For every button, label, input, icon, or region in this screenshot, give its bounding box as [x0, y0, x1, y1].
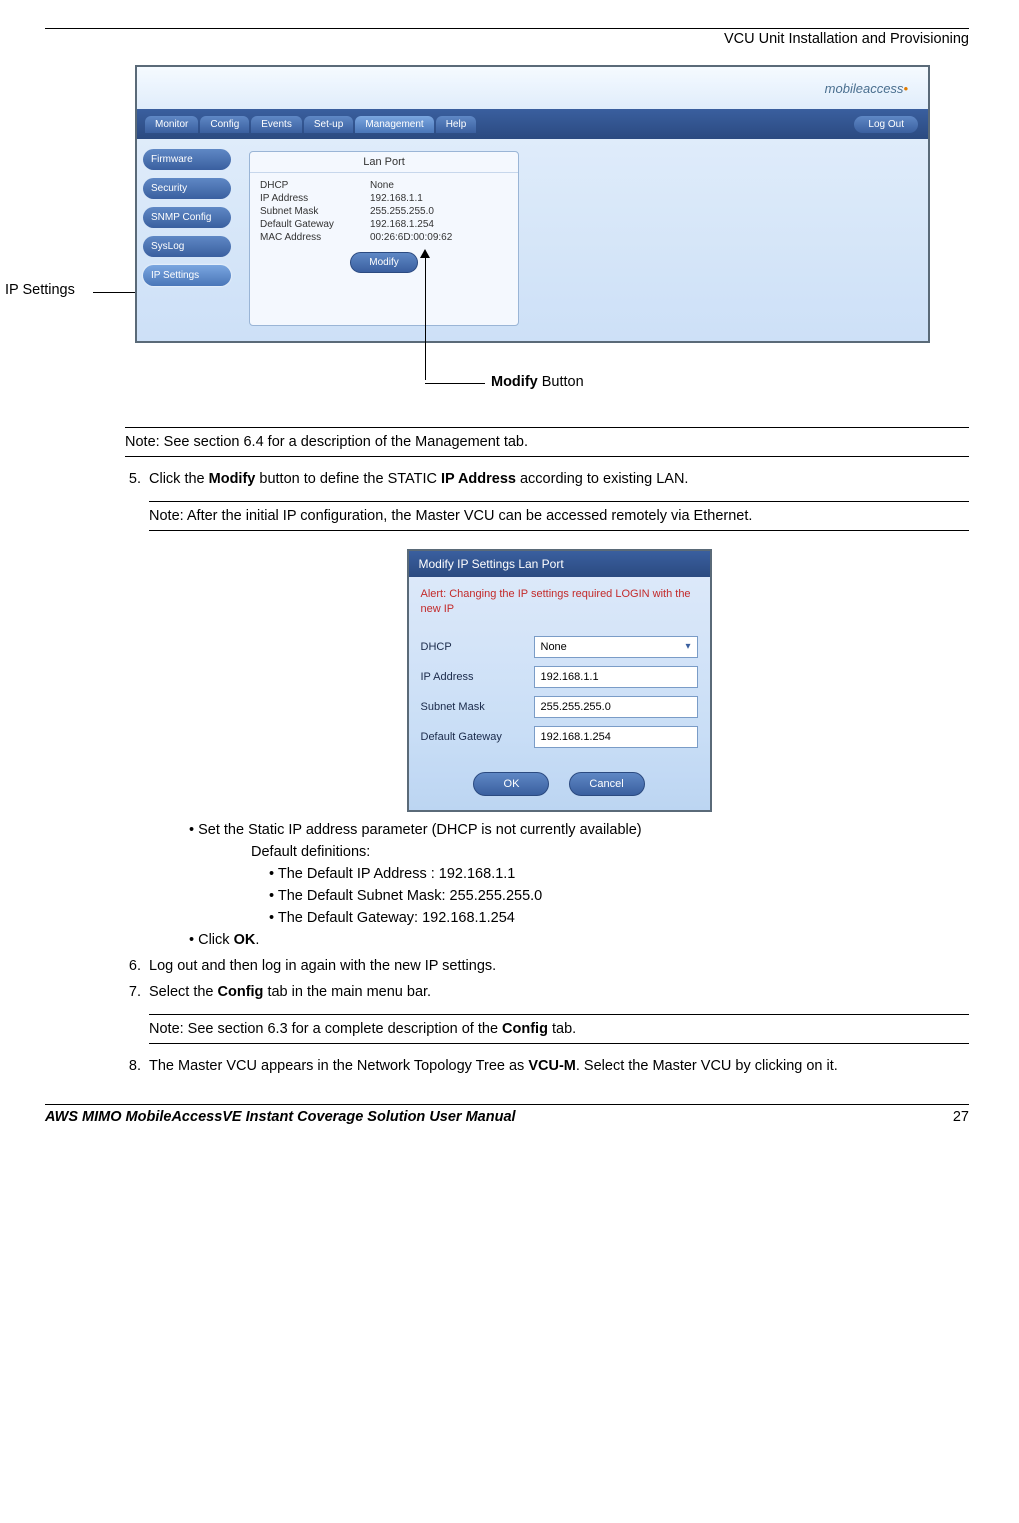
bold: Config: [218, 984, 264, 1000]
text: button to define the STATIC: [255, 471, 441, 487]
ip-address-input[interactable]: [534, 666, 698, 688]
sidebar-item-ipsettings[interactable]: IP Settings: [143, 265, 231, 286]
page-number: 27: [953, 1109, 969, 1125]
page-header: VCU Unit Installation and Provisioning: [45, 31, 969, 47]
sidebar-item-syslog[interactable]: SysLog: [143, 236, 231, 257]
bold: OK: [234, 932, 256, 948]
tab-label: Help: [446, 119, 467, 130]
text: Click: [198, 932, 233, 948]
tab-label: Events: [261, 119, 292, 130]
text: .: [255, 932, 259, 948]
side-nav: Firmware Security SNMP Config SysLog IP …: [137, 139, 237, 341]
kv-key: MAC Address: [260, 232, 370, 243]
logout-button[interactable]: Log Out: [854, 116, 918, 133]
default-gw: The Default Gateway: 192.168.1.254: [269, 910, 969, 926]
text: Click the: [149, 471, 209, 487]
callout-ip-settings: IP Settings: [5, 282, 75, 298]
gw-label: Default Gateway: [421, 731, 526, 743]
page-footer: AWS MIMO MobileAccessVE Instant Coverage…: [45, 1109, 969, 1145]
cancel-button[interactable]: Cancel: [569, 772, 645, 796]
text: Set the Static IP address parameter (DHC…: [198, 822, 642, 838]
text: The Master VCU appears in the Network To…: [149, 1058, 528, 1074]
dialog-alert: Alert: Changing the IP settings required…: [409, 577, 710, 632]
callout-rest: Button: [538, 374, 584, 390]
kv-key: Default Gateway: [260, 219, 370, 230]
dialog-title: Modify IP Settings Lan Port: [409, 551, 710, 577]
default-gateway-input[interactable]: [534, 726, 698, 748]
sidebar-item-firmware[interactable]: Firmware: [143, 149, 231, 170]
tab-management[interactable]: Management: [355, 116, 433, 133]
tab-config[interactable]: Config: [200, 116, 249, 133]
subnet-mask-input[interactable]: [534, 696, 698, 718]
callout-modify-button: Modify Button: [491, 374, 584, 390]
chevron-down-icon: ▾: [685, 641, 690, 652]
default-ip: The Default IP Address : 192.168.1.1: [269, 866, 969, 882]
menu-bar: Monitor Config Events Set-up Management …: [137, 109, 928, 139]
callout-hline: [425, 383, 485, 384]
callout-bold: Modify: [491, 374, 538, 390]
bold: Modify: [209, 471, 256, 487]
kv-val: 192.168.1.1: [370, 193, 423, 204]
arrowhead-icon: [420, 249, 430, 258]
sidebar-item-security[interactable]: Security: [143, 178, 231, 199]
kv-key: DHCP: [260, 180, 370, 191]
bullet-set-static-ip: Set the Static IP address parameter (DHC…: [189, 822, 969, 926]
step-5: Click the Modify button to define the ST…: [145, 471, 969, 948]
tab-label: Monitor: [155, 119, 188, 130]
panel-title: Lan Port: [250, 156, 518, 173]
modify-ip-dialog: Modify IP Settings Lan Port Alert: Chang…: [407, 549, 712, 812]
note-block-3: Note: See section 6.3 for a complete des…: [149, 1014, 969, 1044]
ip-label: IP Address: [421, 671, 526, 683]
kv-val: None: [370, 180, 394, 191]
tab-monitor[interactable]: Monitor: [145, 116, 198, 133]
kv-val: 192.168.1.254: [370, 219, 434, 230]
footer-title: AWS MIMO MobileAccessVE Instant Coverage…: [45, 1109, 516, 1125]
app-window: mobileaccess• Monitor Config Events Set-…: [135, 65, 930, 343]
kv-val: 255.255.255.0: [370, 206, 434, 217]
kv-val: 00:26:6D:00:09:62: [370, 232, 452, 243]
text: Note: See section 6.3 for a complete des…: [149, 1021, 502, 1037]
default-defs-title: Default definitions:: [251, 844, 969, 860]
kv-key: IP Address: [260, 193, 370, 204]
tab-label: Management: [365, 119, 423, 130]
bullet-click-ok: Click OK.: [189, 932, 969, 948]
lan-port-panel: Lan Port DHCPNone IP Address192.168.1.1 …: [249, 151, 519, 326]
mask-label: Subnet Mask: [421, 701, 526, 713]
brand-logo: mobileaccess•: [825, 81, 908, 96]
brand-dot-icon: •: [903, 81, 908, 96]
dhcp-select[interactable]: None ▾: [534, 636, 698, 658]
text: . Select the Master VCU by clicking on i…: [576, 1058, 838, 1074]
step-8: The Master VCU appears in the Network To…: [145, 1058, 969, 1074]
dhcp-label: DHCP: [421, 641, 526, 653]
bold: IP Address: [441, 471, 516, 487]
kv-key: Subnet Mask: [260, 206, 370, 217]
text: Select the: [149, 984, 218, 1000]
tab-label: Config: [210, 119, 239, 130]
select-value: None: [541, 641, 567, 653]
step-7: Select the Config tab in the main menu b…: [145, 984, 969, 1044]
tab-help[interactable]: Help: [436, 116, 477, 133]
default-mask: The Default Subnet Mask: 255.255.255.0: [269, 888, 969, 904]
callout-vline: [425, 253, 426, 380]
sidebar-item-snmp[interactable]: SNMP Config: [143, 207, 231, 228]
step-6: Log out and then log in again with the n…: [145, 958, 969, 974]
figure-ip-settings: IP Settings mobileaccess• Monitor Config…: [45, 65, 969, 365]
ok-button[interactable]: OK: [473, 772, 549, 796]
bold: VCU-M: [528, 1058, 576, 1074]
text: tab.: [548, 1021, 576, 1037]
brand-text: mobileaccess: [825, 81, 904, 96]
modify-button[interactable]: Modify: [350, 252, 418, 273]
tab-setup[interactable]: Set-up: [304, 116, 353, 133]
text: according to existing LAN.: [516, 471, 688, 487]
tab-label: Set-up: [314, 119, 343, 130]
note-block-2: Note: After the initial IP configuration…: [149, 501, 969, 531]
app-topbar: mobileaccess•: [137, 67, 928, 109]
text: tab in the main menu bar.: [263, 984, 431, 1000]
note-block-1: Note: See section 6.4 for a description …: [125, 427, 969, 457]
bold: Config: [502, 1021, 548, 1037]
tab-events[interactable]: Events: [251, 116, 302, 133]
